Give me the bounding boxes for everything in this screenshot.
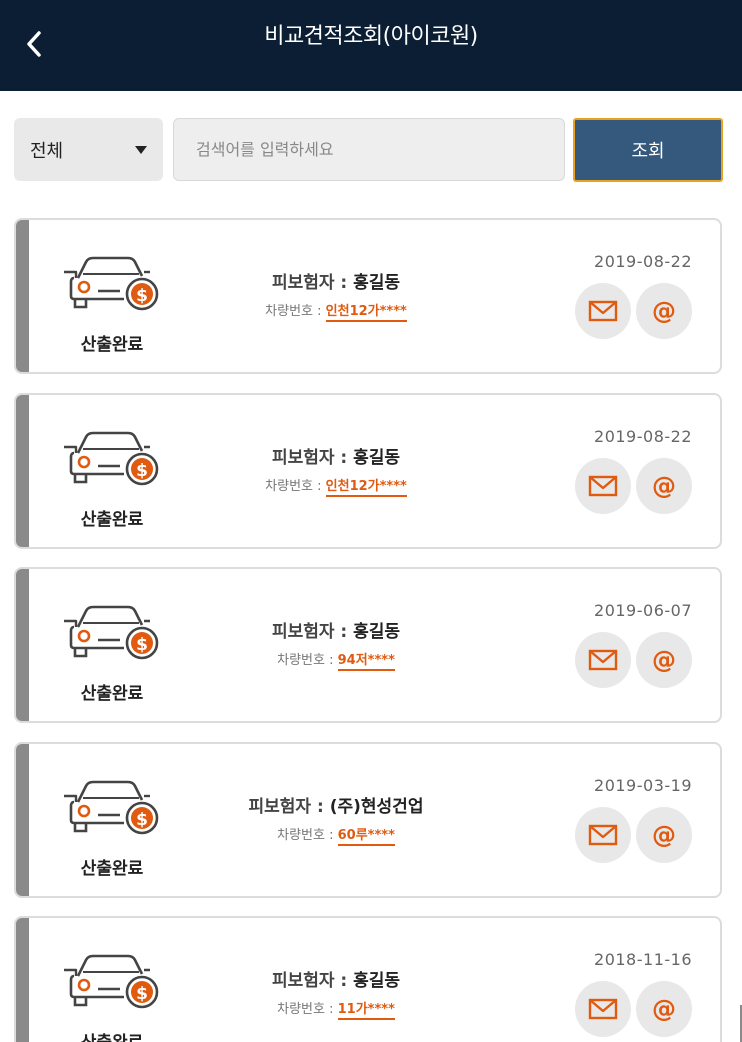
app-header: 비교견적조회(아이코원) — [0, 0, 742, 91]
insured-line: 피보험자 : (주)현성건업 — [166, 792, 506, 817]
status-label: 산출완료 — [80, 335, 144, 355]
insured-name: (주)현성건업 — [329, 797, 424, 817]
quote-card[interactable]: $ 산출완료 피보험자 : 홍길동 차량번호 : 11가**** 2018-11… — [14, 916, 722, 1042]
quote-info: 피보험자 : 홍길동 차량번호 : 인천12가**** — [166, 395, 506, 547]
plate-number: 11가**** — [337, 1002, 395, 1020]
car-price-icon: $ — [64, 605, 159, 660]
car-price-icon: $ — [64, 256, 159, 311]
send-mail-button[interactable] — [575, 458, 631, 514]
mail-icon — [588, 649, 618, 671]
status-label: 산출완료 — [80, 510, 144, 530]
plate-number: 인천12가**** — [325, 479, 407, 497]
svg-text:$: $ — [136, 286, 148, 306]
plate-line: 차량번호 : 인천12가**** — [166, 300, 506, 322]
quote-date: 2019-08-22 — [594, 252, 692, 271]
search-input[interactable] — [173, 118, 565, 181]
insured-name: 홍길동 — [353, 622, 401, 642]
mail-icon — [588, 475, 618, 497]
search-bar: 전체 조회 — [14, 118, 724, 182]
plate-label: 차량번호 : — [277, 1002, 338, 1017]
send-email-button[interactable]: @ — [636, 981, 692, 1037]
plate-label: 차량번호 : — [277, 828, 338, 843]
send-email-button[interactable]: @ — [636, 458, 692, 514]
send-email-button[interactable]: @ — [636, 283, 692, 339]
plate-line: 차량번호 : 11가**** — [166, 998, 506, 1020]
insured-label: 피보험자 : — [271, 622, 354, 642]
plate-line: 차량번호 : 60루**** — [166, 824, 506, 846]
card-status-bar — [16, 918, 29, 1042]
quote-card[interactable]: $ 산출완료 피보험자 : 홍길동 차량번호 : 인천12가**** 2019-… — [14, 393, 722, 549]
quote-info: 피보험자 : (주)현성건업 차량번호 : 60루**** — [166, 744, 506, 896]
insured-line: 피보험자 : 홍길동 — [166, 617, 506, 642]
at-sign-icon: @ — [652, 821, 676, 849]
quote-info: 피보험자 : 홍길동 차량번호 : 94저**** — [166, 569, 506, 721]
at-sign-icon: @ — [652, 646, 676, 674]
card-status-bar — [16, 395, 29, 547]
insured-label: 피보험자 : — [271, 448, 354, 468]
status-label: 산출완료 — [80, 684, 144, 704]
card-status-bar — [16, 744, 29, 896]
send-mail-button[interactable] — [575, 981, 631, 1037]
svg-text:$: $ — [136, 810, 148, 830]
plate-label: 차량번호 : — [265, 304, 326, 319]
quote-card[interactable]: $ 산출완료 피보험자 : (주)현성건업 차량번호 : 60루**** 201… — [14, 742, 722, 898]
insured-name: 홍길동 — [353, 273, 401, 293]
at-sign-icon: @ — [652, 995, 676, 1023]
insured-line: 피보험자 : 홍길동 — [166, 966, 506, 991]
caret-down-icon — [135, 146, 147, 154]
svg-text:$: $ — [136, 984, 148, 1004]
at-sign-icon: @ — [652, 472, 676, 500]
quote-info: 피보험자 : 홍길동 차량번호 : 인천12가**** — [166, 220, 506, 372]
page-title: 비교견적조회(아이코원) — [264, 24, 478, 49]
send-email-button[interactable]: @ — [636, 632, 692, 688]
insured-line: 피보험자 : 홍길동 — [166, 443, 506, 468]
plate-number: 60루**** — [337, 828, 395, 846]
car-price-icon: $ — [64, 431, 159, 486]
insured-label: 피보험자 : — [271, 273, 354, 293]
plate-label: 차량번호 : — [265, 479, 326, 494]
status-label: 산출완료 — [80, 859, 144, 879]
quote-date: 2018-11-16 — [594, 950, 692, 969]
car-price-icon: $ — [64, 780, 159, 835]
insured-label: 피보험자 : — [248, 797, 330, 817]
filter-select[interactable]: 전체 — [14, 118, 163, 181]
mail-icon — [588, 300, 618, 322]
quote-date: 2019-06-07 — [594, 601, 692, 620]
quote-card[interactable]: $ 산출완료 피보험자 : 홍길동 차량번호 : 94저**** 2019-06… — [14, 567, 722, 723]
plate-line: 차량번호 : 94저**** — [166, 649, 506, 671]
at-sign-icon: @ — [652, 297, 676, 325]
filter-select-value: 전체 — [30, 140, 64, 162]
insured-name: 홍길동 — [353, 971, 401, 991]
card-status-bar — [16, 220, 29, 372]
send-email-button[interactable]: @ — [636, 807, 692, 863]
car-price-icon: $ — [64, 954, 159, 1009]
insured-label: 피보험자 : — [271, 971, 354, 991]
plate-number: 인천12가**** — [325, 304, 407, 322]
svg-text:$: $ — [136, 461, 148, 481]
svg-text:$: $ — [136, 635, 148, 655]
search-button[interactable]: 조회 — [573, 118, 723, 182]
insured-name: 홍길동 — [353, 448, 401, 468]
quote-date: 2019-03-19 — [594, 776, 692, 795]
plate-label: 차량번호 : — [277, 653, 338, 668]
send-mail-button[interactable] — [575, 283, 631, 339]
send-mail-button[interactable] — [575, 807, 631, 863]
quote-card[interactable]: $ 산출완료 피보험자 : 홍길동 차량번호 : 인천12가**** 2019-… — [14, 218, 722, 374]
quote-info: 피보험자 : 홍길동 차량번호 : 11가**** — [166, 918, 506, 1042]
quote-date: 2019-08-22 — [594, 427, 692, 446]
send-mail-button[interactable] — [575, 632, 631, 688]
insured-line: 피보험자 : 홍길동 — [166, 268, 506, 293]
status-label: 산출완료 — [56, 1028, 168, 1042]
mail-icon — [588, 824, 618, 846]
mail-icon — [588, 998, 618, 1020]
plate-line: 차량번호 : 인천12가**** — [166, 475, 506, 497]
plate-number: 94저**** — [337, 653, 395, 671]
card-status-bar — [16, 569, 29, 721]
